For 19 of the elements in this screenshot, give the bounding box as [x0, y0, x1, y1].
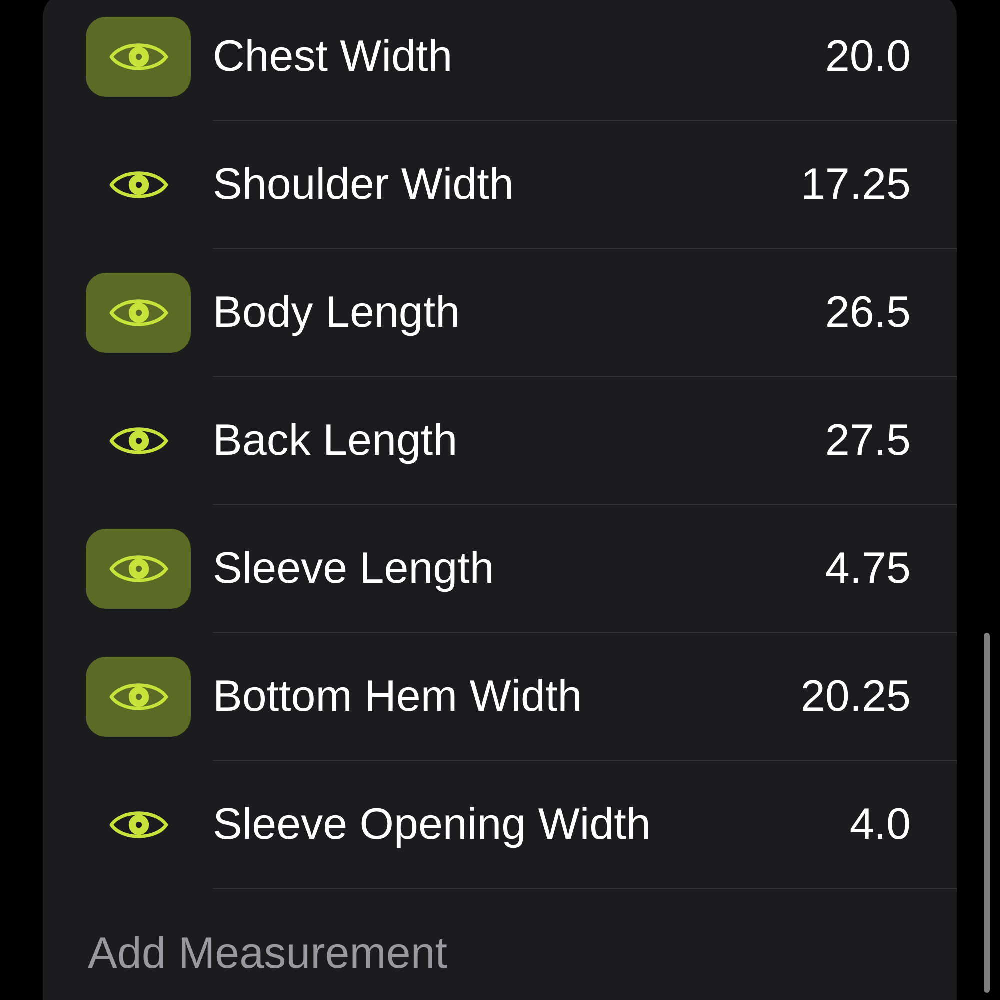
measurement-name: Bottom Hem Width: [213, 670, 582, 722]
measurement-value: 4.0: [850, 798, 911, 850]
measurement-value: 17.25: [800, 158, 911, 210]
measurement-name: Sleeve Length: [213, 542, 494, 594]
measurement-value: 4.75: [825, 542, 911, 594]
measurement-value: 20.25: [800, 670, 911, 722]
measurement-name: Chest Width: [213, 30, 453, 82]
measurement-name: Shoulder Width: [213, 158, 514, 210]
measurement-name: Back Length: [213, 414, 458, 466]
measurement-value: 20.0: [825, 30, 911, 82]
measurement-value: 27.5: [825, 414, 911, 466]
eye-icon[interactable]: [86, 17, 191, 97]
eye-icon[interactable]: [86, 273, 191, 353]
measurement-name: Sleeve Opening Width: [213, 798, 651, 850]
eye-icon[interactable]: [86, 657, 191, 737]
measurement-value: 26.5: [825, 286, 911, 338]
eye-icon[interactable]: [86, 529, 191, 609]
measurement-name: Body Length: [213, 286, 460, 338]
add-measurement-field[interactable]: Add Measurement: [88, 928, 911, 980]
